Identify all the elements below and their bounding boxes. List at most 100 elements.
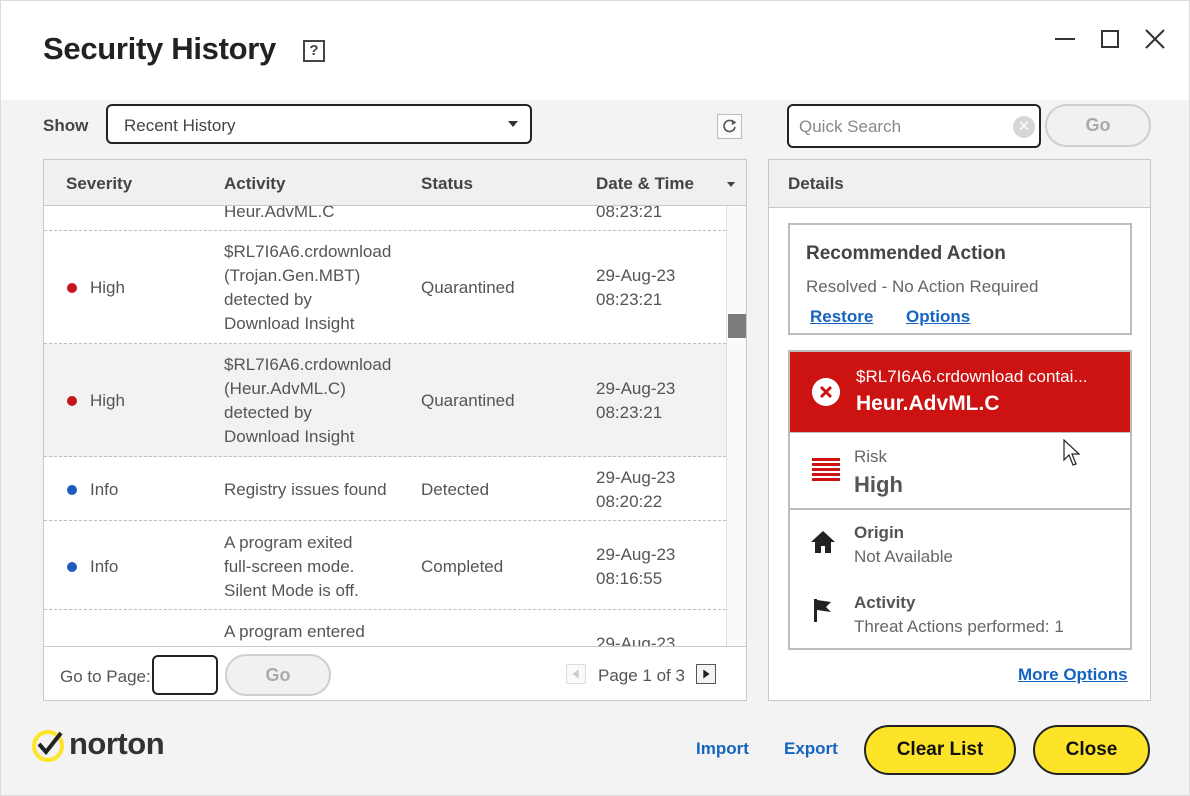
import-link[interactable]: Import [696, 739, 749, 759]
activity-cell: A program exited [224, 533, 353, 552]
home-icon [811, 531, 835, 553]
activity-cell: detected by [224, 290, 312, 309]
show-dropdown[interactable]: Recent History [106, 104, 532, 144]
date-cell: 29-Aug-23 [596, 634, 676, 646]
date-cell: 29-Aug-23 [596, 266, 676, 285]
activity-cell: (Trojan.Gen.MBT) [224, 266, 361, 285]
threat-header: $RL7I6A6.crdownload contai... Heur.AdvML… [790, 352, 1130, 432]
table-row[interactable]: Info A program exited full-screen mode. … [44, 521, 726, 610]
table-row-selected[interactable]: High $RL7I6A6.crdownload (Heur.AdvML.C) … [44, 344, 726, 457]
activity-cell: $RL7I6A6.crdownload [224, 242, 392, 261]
date-cell: 29-Aug-23 [596, 545, 676, 564]
goto-page-input[interactable] [152, 655, 218, 695]
column-header-status[interactable]: Status [421, 174, 473, 194]
severity-cell: High [90, 278, 125, 297]
activity-value: Threat Actions performed: 1 [854, 617, 1064, 636]
scrollbar-thumb[interactable] [728, 314, 746, 338]
origin-label: Origin [854, 523, 905, 542]
severity-info-dot [67, 562, 77, 572]
threat-details-box: $RL7I6A6.crdownload contai... Heur.AdvML… [788, 350, 1132, 650]
status-cell: Quarantined [421, 278, 515, 297]
maximize-icon[interactable] [1096, 25, 1124, 53]
severity-cell: Info [90, 480, 119, 499]
brand-name: norton [69, 726, 165, 761]
help-icon[interactable]: ? [303, 40, 325, 62]
status-cell: Quarantined [421, 391, 515, 410]
footer-bar: norton Import Export Clear List Close [1, 701, 1189, 795]
goto-page-button[interactable]: Go [225, 654, 331, 696]
status-cell: Completed [421, 557, 504, 576]
table-row[interactable]: A program entered 29-Aug-23 [44, 610, 726, 646]
details-header: Details [769, 160, 1150, 208]
error-x-icon [812, 378, 840, 406]
history-table: Severity Activity Status Date & Time Heu… [43, 159, 747, 701]
status-cell: Detected [421, 480, 490, 499]
table-row[interactable]: Heur.AdvML.C 08:23:21 [44, 206, 726, 231]
next-page-icon[interactable] [696, 664, 716, 684]
activity-cell: $RL7I6A6.crdownload [224, 355, 392, 374]
activity-cell: detected by [224, 403, 312, 422]
severity-cell: High [90, 391, 125, 410]
close-icon[interactable] [1141, 25, 1169, 53]
title-bar: Security History ? [1, 1, 1189, 100]
clear-search-icon[interactable]: ✕ [1013, 116, 1035, 138]
recommended-action-title: Recommended Action [806, 243, 1006, 264]
more-options-link[interactable]: More Options [1018, 665, 1128, 685]
risk-value: High [854, 472, 903, 497]
details-title: Details [788, 174, 844, 193]
quick-search-input[interactable] [799, 115, 999, 139]
table-scrollbar[interactable] [726, 206, 746, 646]
risk-level-icon [812, 458, 840, 481]
severity-cell: Info [90, 557, 119, 576]
security-history-window: Security History ? Show Recent History ✕… [0, 0, 1190, 796]
minimize-icon[interactable] [1051, 25, 1079, 53]
window-title: Security History [43, 31, 276, 66]
sort-descending-icon[interactable] [727, 182, 735, 187]
clear-list-button[interactable]: Clear List [864, 725, 1016, 775]
options-link[interactable]: Options [906, 307, 970, 327]
recommended-action-status: Resolved - No Action Required [806, 277, 1039, 296]
severity-high-dot [67, 396, 77, 406]
pagination-bar: Go to Page: Go Page 1 of 3 [44, 646, 746, 700]
threat-file-name: $RL7I6A6.crdownload contai... [856, 367, 1088, 386]
export-link[interactable]: Export [784, 739, 838, 759]
activity-label: Activity [854, 593, 916, 612]
time-cell: 08:16:55 [596, 569, 663, 588]
details-panel: Details Recommended Action Resolved - No… [768, 159, 1151, 701]
refresh-icon[interactable] [717, 114, 742, 139]
column-header-date-time[interactable]: Date & Time [596, 174, 694, 194]
table-row[interactable]: High $RL7I6A6.crdownload (Trojan.Gen.MBT… [44, 231, 726, 344]
restore-link[interactable]: Restore [810, 307, 873, 327]
threat-name: Heur.AdvML.C [856, 392, 1000, 415]
show-label: Show [43, 116, 89, 135]
quick-search-field[interactable]: ✕ [787, 104, 1041, 148]
goto-page-label: Go to Page: [60, 667, 151, 686]
activity-cell: full-screen mode. [224, 557, 355, 576]
search-go-button[interactable]: Go [1045, 104, 1151, 147]
time-cell: 08:23:21 [596, 290, 663, 309]
recommended-action-box: Recommended Action Resolved - No Action … [788, 223, 1132, 335]
activity-cell: Registry issues found [224, 480, 387, 499]
activity-cell: (Heur.AdvML.C) [224, 379, 346, 398]
close-button[interactable]: Close [1033, 725, 1150, 775]
table-row[interactable]: Info Registry issues found Detected 29-A… [44, 457, 726, 521]
table-body: Heur.AdvML.C 08:23:21 High $RL7I6A6.crdo… [44, 206, 726, 646]
previous-page-icon[interactable] [566, 664, 586, 684]
column-header-severity[interactable]: Severity [66, 174, 132, 194]
column-header-activity[interactable]: Activity [224, 174, 285, 194]
time-cell: 08:23:21 [596, 206, 663, 221]
activity-cell: Heur.AdvML.C [224, 206, 335, 221]
activity-cell: Download Insight [224, 427, 355, 446]
severity-high-dot [67, 283, 77, 293]
mouse-cursor-icon [1063, 439, 1081, 466]
table-header: Severity Activity Status Date & Time [44, 160, 746, 206]
time-cell: 08:20:22 [596, 492, 663, 511]
origin-value: Not Available [854, 547, 953, 566]
activity-cell: A program entered [224, 622, 365, 641]
flag-icon [814, 599, 831, 622]
severity-info-dot [67, 485, 77, 495]
activity-cell: Download Insight [224, 314, 355, 333]
date-cell: 29-Aug-23 [596, 379, 676, 398]
norton-check-icon [32, 730, 64, 762]
date-cell: 29-Aug-23 [596, 468, 676, 487]
